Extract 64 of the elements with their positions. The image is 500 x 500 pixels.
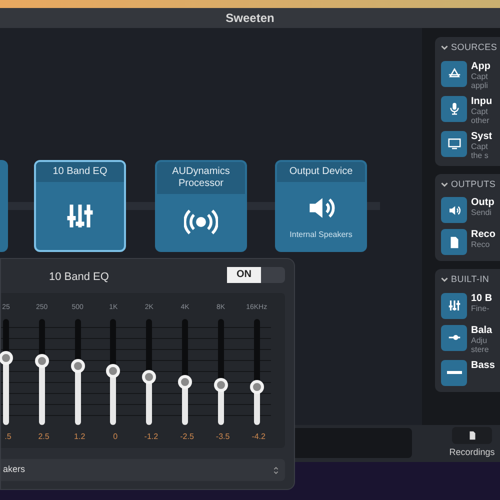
band-value: -1.2	[144, 431, 158, 443]
effect-card[interactable]: 10 Band EQ	[34, 160, 126, 252]
card-title: Output Device	[277, 162, 365, 182]
item-description: the s	[471, 150, 490, 160]
item-tile[interactable]	[441, 197, 467, 223]
item-description: Fine-	[471, 304, 490, 312]
card-subtitle: Internal Speakers	[290, 229, 352, 241]
section-header: BUILT-IN	[451, 273, 490, 286]
item-title: Inpu	[471, 96, 492, 106]
eq-slider[interactable]	[106, 319, 120, 425]
effect-card[interactable]: AUDynamics Processor	[155, 160, 247, 252]
item-description: Capt	[471, 142, 489, 150]
band-value: 0	[113, 431, 118, 443]
eq-slider[interactable]	[178, 319, 192, 425]
power-toggle[interactable]: ON	[227, 267, 285, 283]
item-description: other	[471, 116, 490, 124]
card-title: 10 Band EQ	[36, 162, 124, 182]
popover-title: 10 Band EQ	[49, 270, 109, 285]
band-value: 2.5	[38, 431, 50, 443]
item-description: Reco	[471, 240, 491, 249]
section-header: OUTPUTS	[451, 178, 496, 190]
eq-slider[interactable]	[142, 319, 156, 425]
item-title: Bass	[471, 360, 495, 370]
item-tile[interactable]	[441, 96, 467, 122]
item-tile[interactable]	[441, 60, 467, 86]
item-tile[interactable]	[441, 324, 467, 350]
item-tile[interactable]	[441, 229, 467, 255]
item-description: Sendi	[471, 208, 492, 217]
window-title: Sweeten	[226, 10, 274, 27]
item-title: Reco	[471, 229, 496, 240]
item-tile[interactable]	[441, 360, 467, 386]
band-value: 1.2	[74, 431, 86, 443]
band-value: -4.2	[252, 431, 266, 443]
monitor-icon	[446, 136, 462, 151]
item-tile[interactable]	[441, 130, 467, 156]
item-title: Bala	[471, 324, 492, 336]
item-tile[interactable]	[441, 292, 467, 318]
item-description: Capt	[471, 106, 488, 116]
item-title: App	[471, 60, 490, 72]
eq-slider[interactable]	[250, 319, 264, 425]
item-title: Outp	[471, 197, 494, 208]
chevron-icon[interactable]	[441, 276, 448, 284]
chevron-icon[interactable]	[441, 180, 448, 188]
chevron-icon[interactable]	[441, 44, 448, 52]
card-title: AUDynamics Processor	[157, 162, 245, 194]
item-description: Capt	[471, 72, 489, 80]
up-down-chevron-icon	[273, 466, 279, 474]
eq-slider[interactable]	[0, 319, 13, 425]
item-description: appli	[471, 80, 489, 90]
item-description: Adju	[471, 336, 488, 344]
eq-slider[interactable]	[214, 319, 228, 425]
item-title: 10 B	[471, 292, 492, 304]
device-dropdown[interactable]: akers	[1, 459, 285, 481]
recordings-button[interactable]: Recordings	[446, 427, 498, 459]
band-value: .5	[4, 431, 12, 443]
eq-slider[interactable]	[34, 319, 49, 425]
band-value: -3.5	[216, 431, 230, 443]
sliders-icon	[446, 298, 462, 313]
item-title: Syst	[471, 130, 492, 142]
band-value: -2.5	[180, 431, 194, 443]
item-description: stere	[471, 344, 490, 354]
eq-slider[interactable]	[70, 319, 85, 425]
section-header: SOURCES	[451, 41, 498, 54]
effect-card[interactable]: Output Device Internal Speakers	[275, 160, 367, 252]
